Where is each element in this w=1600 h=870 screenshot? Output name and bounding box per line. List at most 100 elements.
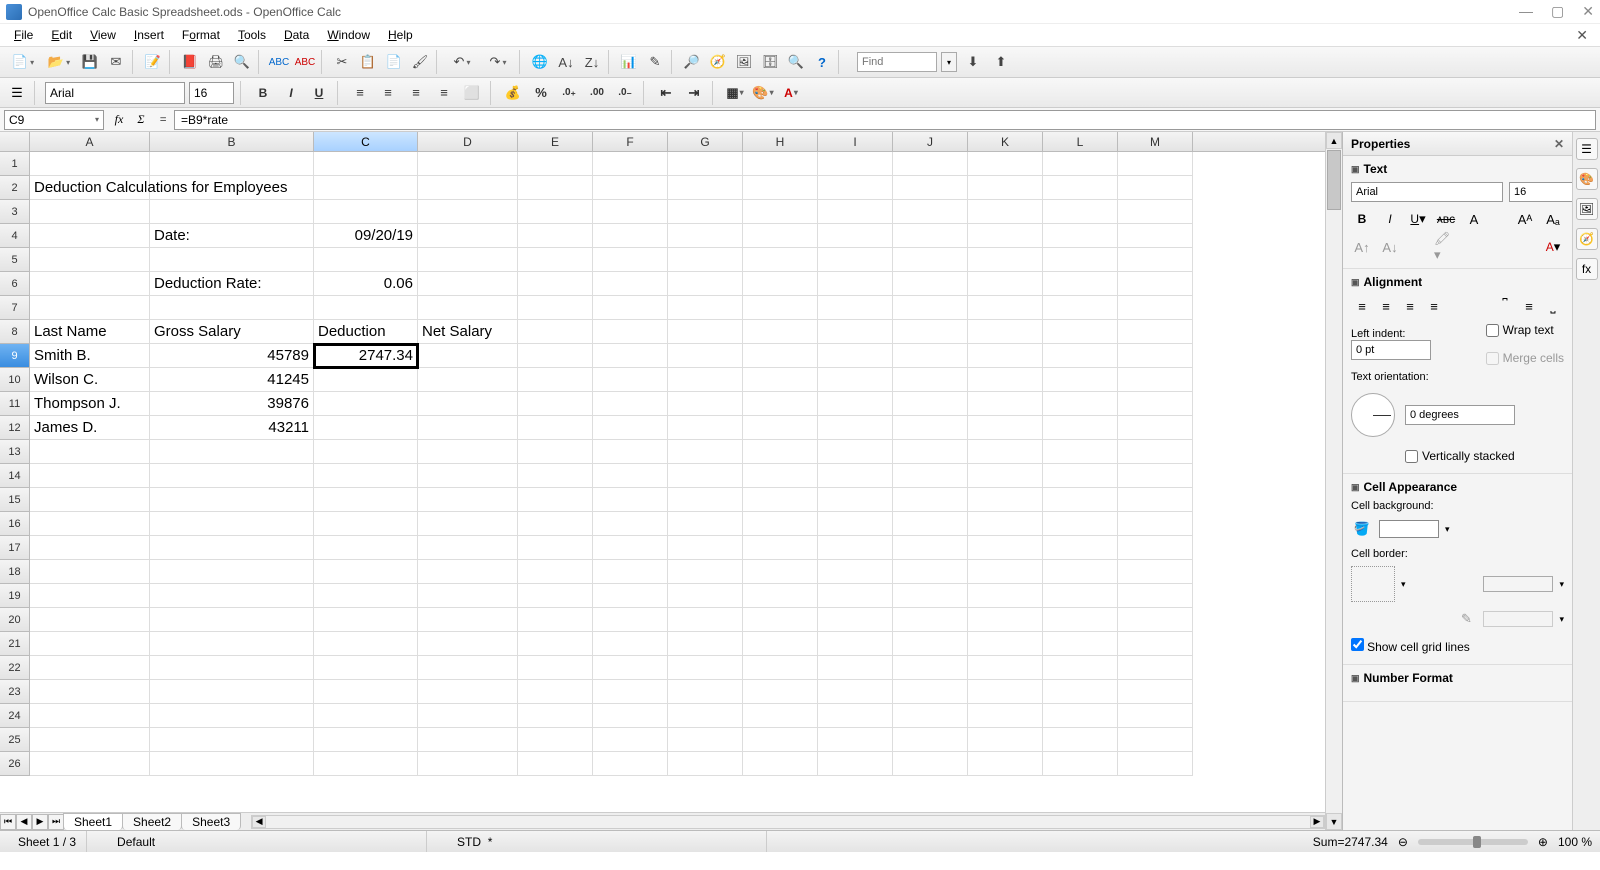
valign-top-icon[interactable]: ⎴ bbox=[1494, 295, 1516, 317]
align-center-icon[interactable]: ≡ bbox=[1375, 295, 1397, 317]
props-highlight-button[interactable]: 🖍▾ bbox=[1433, 236, 1455, 258]
cell-F1[interactable] bbox=[593, 152, 668, 176]
cut-button[interactable]: ✂ bbox=[330, 50, 354, 74]
print-preview-button[interactable]: 🔍 bbox=[230, 50, 254, 74]
cell-F16[interactable] bbox=[593, 512, 668, 536]
cell-I17[interactable] bbox=[818, 536, 893, 560]
cell-H6[interactable] bbox=[743, 272, 818, 296]
cell-E8[interactable] bbox=[518, 320, 593, 344]
cell-E16[interactable] bbox=[518, 512, 593, 536]
redo-button[interactable]: ↷ bbox=[481, 50, 515, 74]
row-header-21[interactable]: 21 bbox=[0, 632, 30, 656]
cell-C17[interactable] bbox=[314, 536, 418, 560]
cell-I1[interactable] bbox=[818, 152, 893, 176]
cell-H20[interactable] bbox=[743, 608, 818, 632]
show-draw-button[interactable]: ✎ bbox=[643, 50, 667, 74]
cell-A13[interactable] bbox=[30, 440, 150, 464]
find-next-button[interactable]: ⬇ bbox=[961, 50, 985, 74]
cell-A25[interactable] bbox=[30, 728, 150, 752]
props-bold-button[interactable]: B bbox=[1351, 208, 1373, 230]
cell-J13[interactable] bbox=[893, 440, 968, 464]
cell-L24[interactable] bbox=[1043, 704, 1118, 728]
cell-H10[interactable] bbox=[743, 368, 818, 392]
cell-C7[interactable] bbox=[314, 296, 418, 320]
cell-J25[interactable] bbox=[893, 728, 968, 752]
row-header-4[interactable]: 4 bbox=[0, 224, 30, 248]
cell-B15[interactable] bbox=[150, 488, 314, 512]
cell-L9[interactable] bbox=[1043, 344, 1118, 368]
cell-A14[interactable] bbox=[30, 464, 150, 488]
cell-J5[interactable] bbox=[893, 248, 968, 272]
cell-I21[interactable] bbox=[818, 632, 893, 656]
cell-G24[interactable] bbox=[668, 704, 743, 728]
cell-B24[interactable] bbox=[150, 704, 314, 728]
cell-J8[interactable] bbox=[893, 320, 968, 344]
cell-H3[interactable] bbox=[743, 200, 818, 224]
email-button[interactable]: ✉ bbox=[104, 50, 128, 74]
row-header-22[interactable]: 22 bbox=[0, 656, 30, 680]
row-header-13[interactable]: 13 bbox=[0, 440, 30, 464]
cell-E9[interactable] bbox=[518, 344, 593, 368]
align-left-button[interactable]: ≡ bbox=[348, 82, 372, 104]
props-font-color-button[interactable]: A▾ bbox=[1542, 236, 1564, 258]
chart-button[interactable]: 📊 bbox=[617, 50, 641, 74]
row-header-15[interactable]: 15 bbox=[0, 488, 30, 512]
cell-J20[interactable] bbox=[893, 608, 968, 632]
align-right-button[interactable]: ≡ bbox=[404, 82, 428, 104]
properties-close-button[interactable]: ✕ bbox=[1554, 137, 1564, 151]
first-sheet-button[interactable]: ⏮ bbox=[0, 814, 16, 830]
cell-M20[interactable] bbox=[1118, 608, 1193, 632]
bg-fill-icon[interactable]: 🪣 bbox=[1351, 518, 1373, 540]
cell-F12[interactable] bbox=[593, 416, 668, 440]
menu-tools[interactable]: Tools bbox=[230, 26, 274, 44]
col-header-K[interactable]: K bbox=[968, 132, 1043, 151]
cell-D4[interactable] bbox=[418, 224, 518, 248]
cell-D6[interactable] bbox=[418, 272, 518, 296]
cell-A18[interactable] bbox=[30, 560, 150, 584]
cell-M21[interactable] bbox=[1118, 632, 1193, 656]
cell-L8[interactable] bbox=[1043, 320, 1118, 344]
row-header-7[interactable]: 7 bbox=[0, 296, 30, 320]
cell-F24[interactable] bbox=[593, 704, 668, 728]
cell-K26[interactable] bbox=[968, 752, 1043, 776]
props-strike-button[interactable]: ᴀʙᴄ bbox=[1435, 208, 1457, 230]
cell-A8[interactable]: Last Name bbox=[30, 320, 150, 344]
cell-J6[interactable] bbox=[893, 272, 968, 296]
cell-M6[interactable] bbox=[1118, 272, 1193, 296]
sort-asc-button[interactable]: A↓ bbox=[554, 50, 578, 74]
cell-K25[interactable] bbox=[968, 728, 1043, 752]
cell-K14[interactable] bbox=[968, 464, 1043, 488]
horizontal-scrollbar[interactable]: ◀▶ bbox=[251, 815, 1325, 829]
props-italic-button[interactable]: I bbox=[1379, 208, 1401, 230]
cell-C8[interactable]: Deduction bbox=[314, 320, 418, 344]
underline-button[interactable]: U bbox=[307, 82, 331, 104]
function-wizard-button[interactable]: fx bbox=[108, 110, 130, 130]
function-equals-button[interactable]: = bbox=[152, 110, 174, 130]
open-button[interactable]: 📂 bbox=[42, 50, 76, 74]
cell-G10[interactable] bbox=[668, 368, 743, 392]
cell-F4[interactable] bbox=[593, 224, 668, 248]
cell-K9[interactable] bbox=[968, 344, 1043, 368]
cell-L5[interactable] bbox=[1043, 248, 1118, 272]
bg-color-button[interactable]: 🎨 bbox=[751, 82, 775, 104]
cell-F18[interactable] bbox=[593, 560, 668, 584]
cell-F6[interactable] bbox=[593, 272, 668, 296]
props-sub-button[interactable]: Aₐ bbox=[1542, 208, 1564, 230]
new-button[interactable]: 📄 bbox=[6, 50, 40, 74]
cell-K23[interactable] bbox=[968, 680, 1043, 704]
cell-A4[interactable] bbox=[30, 224, 150, 248]
cell-D23[interactable] bbox=[418, 680, 518, 704]
cell-K5[interactable] bbox=[968, 248, 1043, 272]
cell-J18[interactable] bbox=[893, 560, 968, 584]
cell-M14[interactable] bbox=[1118, 464, 1193, 488]
cell-K21[interactable] bbox=[968, 632, 1043, 656]
cell-B20[interactable] bbox=[150, 608, 314, 632]
cell-G19[interactable] bbox=[668, 584, 743, 608]
cell-A20[interactable] bbox=[30, 608, 150, 632]
cell-C11[interactable] bbox=[314, 392, 418, 416]
cell-F25[interactable] bbox=[593, 728, 668, 752]
status-sum[interactable]: Sum=2747.34 bbox=[1313, 835, 1388, 849]
cell-G18[interactable] bbox=[668, 560, 743, 584]
cell-K10[interactable] bbox=[968, 368, 1043, 392]
cell-E26[interactable] bbox=[518, 752, 593, 776]
